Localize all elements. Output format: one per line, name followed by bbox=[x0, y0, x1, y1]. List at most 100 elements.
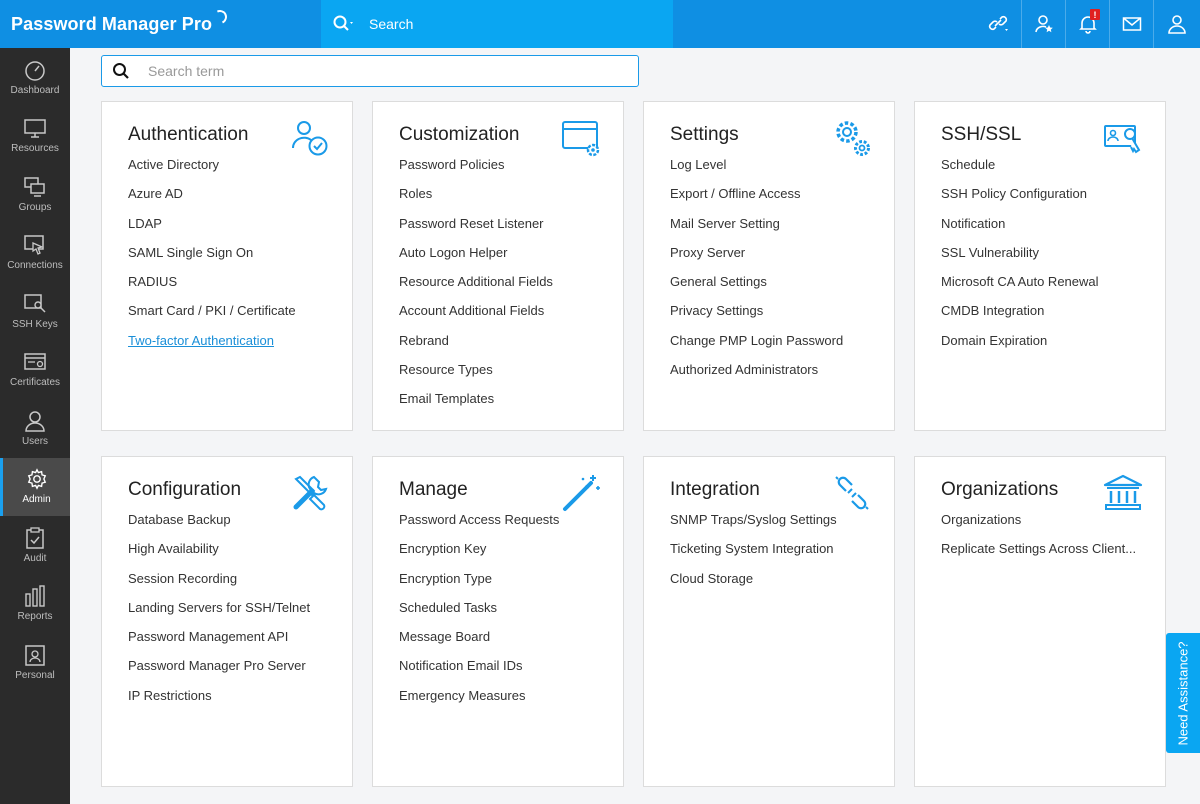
gear-icon bbox=[27, 468, 46, 490]
sidebar-item-connections[interactable]: Connections bbox=[0, 224, 70, 283]
list-item[interactable]: Password Reset Listener bbox=[399, 215, 623, 244]
list-item[interactable]: Microsoft CA Auto Renewal bbox=[941, 273, 1165, 302]
brand-logo[interactable]: Password Manager Pro bbox=[0, 0, 321, 48]
sidebar-item-label: Admin bbox=[22, 494, 51, 506]
list-item[interactable]: Rebrand bbox=[399, 332, 623, 361]
list-item[interactable]: Domain Expiration bbox=[941, 332, 1165, 361]
list-item[interactable]: Landing Servers for SSH/Telnet bbox=[128, 599, 352, 628]
sidebar-item-ssh-keys[interactable]: SSH Keys bbox=[0, 282, 70, 341]
list-item[interactable]: Ticketing System Integration bbox=[670, 540, 894, 569]
sidebar-item-label: Audit bbox=[23, 552, 47, 564]
admin-search-box[interactable] bbox=[101, 55, 639, 87]
sidebar-item-label: Resources bbox=[11, 143, 59, 155]
list-item[interactable]: Notification Email IDs bbox=[399, 657, 623, 686]
tools-icon bbox=[293, 475, 328, 511]
list-item[interactable]: Active Directory bbox=[128, 156, 352, 185]
card-item-list: Password Policies Roles Password Reset L… bbox=[399, 156, 623, 419]
user-star-icon[interactable] bbox=[1021, 0, 1065, 48]
list-item[interactable]: Email Templates bbox=[399, 390, 623, 419]
mail-icon[interactable] bbox=[1109, 0, 1153, 48]
sidebar-nav: Dashboard Resources Groups Connections S… bbox=[0, 48, 70, 804]
list-item[interactable]: Resource Additional Fields bbox=[399, 273, 623, 302]
notification-bell-icon[interactable]: ! bbox=[1065, 0, 1109, 48]
sidebar-item-label: Groups bbox=[18, 201, 52, 213]
search-input[interactable] bbox=[148, 63, 598, 79]
sidebar-item-dashboard[interactable]: Dashboard bbox=[0, 48, 70, 107]
top-bar: Password Manager Pro Search ! bbox=[0, 0, 1200, 48]
list-item[interactable]: Authorized Administrators bbox=[670, 361, 894, 390]
list-item[interactable]: Log Level bbox=[670, 156, 894, 185]
bar-chart-icon bbox=[25, 585, 45, 607]
list-item[interactable]: Password Manager Pro Server bbox=[128, 657, 352, 686]
sidebar-item-personal[interactable]: Personal bbox=[0, 633, 70, 692]
list-item[interactable]: Mail Server Setting bbox=[670, 215, 894, 244]
list-item[interactable]: Replicate Settings Across Client... bbox=[941, 540, 1165, 569]
list-item[interactable]: Privacy Settings bbox=[670, 302, 894, 331]
sidebar-item-audit[interactable]: Audit bbox=[0, 516, 70, 575]
list-item[interactable]: Cloud Storage bbox=[670, 570, 894, 599]
chain-link-icon bbox=[835, 476, 869, 510]
list-item[interactable]: Database Backup bbox=[128, 511, 352, 540]
list-item[interactable]: Emergency Measures bbox=[399, 687, 623, 716]
list-item[interactable]: Message Board bbox=[399, 628, 623, 657]
list-item[interactable]: Change PMP Login Password bbox=[670, 332, 894, 361]
card-ssh-ssl: SSH/SSL Schedule SSH Policy Configuratio… bbox=[914, 101, 1166, 431]
sidebar-item-users[interactable]: Users bbox=[0, 399, 70, 458]
list-item[interactable]: CMDB Integration bbox=[941, 302, 1165, 331]
sidebar-item-admin[interactable]: Admin bbox=[0, 457, 70, 516]
profile-icon[interactable] bbox=[1153, 0, 1200, 48]
list-item[interactable]: RADIUS bbox=[128, 273, 352, 302]
sidebar-item-reports[interactable]: Reports bbox=[0, 575, 70, 634]
window-gear-icon bbox=[562, 121, 600, 157]
list-item[interactable]: SNMP Traps/Syslog Settings bbox=[670, 511, 894, 540]
list-item[interactable]: Roles bbox=[399, 185, 623, 214]
list-item[interactable]: Scheduled Tasks bbox=[399, 599, 623, 628]
global-search[interactable]: Search bbox=[321, 0, 673, 48]
list-item[interactable]: Organizations bbox=[941, 511, 1165, 540]
need-assistance-tab[interactable]: Need Assistance? bbox=[1166, 633, 1200, 753]
list-item[interactable]: Schedule bbox=[941, 156, 1165, 185]
list-item[interactable]: Azure AD bbox=[128, 185, 352, 214]
list-item[interactable]: Notification bbox=[941, 215, 1165, 244]
need-assistance-label: Need Assistance? bbox=[1175, 640, 1191, 746]
sidebar-item-label: Certificates bbox=[9, 377, 60, 389]
notification-badge: ! bbox=[1090, 9, 1100, 20]
card-authentication: Authentication Active Directory Azure AD… bbox=[101, 101, 353, 431]
card-item-list: Password Access Requests Encryption Key … bbox=[399, 511, 623, 716]
list-item[interactable]: Password Management API bbox=[128, 628, 352, 657]
user-icon bbox=[25, 411, 45, 432]
list-item[interactable]: General Settings bbox=[670, 273, 894, 302]
card-item-list: Organizations Replicate Settings Across … bbox=[941, 511, 1165, 570]
list-item[interactable]: Export / Offline Access bbox=[670, 185, 894, 214]
monitor-icon bbox=[24, 119, 46, 138]
list-item[interactable]: IP Restrictions bbox=[128, 687, 352, 716]
list-item[interactable]: Smart Card / PKI / Certificate bbox=[128, 302, 352, 331]
id-key-icon bbox=[1104, 125, 1141, 154]
list-item[interactable]: Password Policies bbox=[399, 156, 623, 185]
list-item[interactable]: SSH Policy Configuration bbox=[941, 185, 1165, 214]
sidebar-item-groups[interactable]: Groups bbox=[0, 165, 70, 224]
global-search-label: Search bbox=[369, 16, 414, 32]
list-item[interactable]: Proxy Server bbox=[670, 244, 894, 273]
link-menu-icon[interactable] bbox=[977, 0, 1021, 48]
list-item[interactable]: Encryption Type bbox=[399, 570, 623, 599]
list-item[interactable]: SSL Vulnerability bbox=[941, 244, 1165, 273]
search-dropdown-icon[interactable] bbox=[331, 11, 357, 37]
list-item[interactable]: Encryption Key bbox=[399, 540, 623, 569]
sidebar-item-label: SSH Keys bbox=[12, 318, 58, 330]
list-item[interactable]: Password Access Requests bbox=[399, 511, 623, 540]
list-item[interactable]: Resource Types bbox=[399, 361, 623, 390]
groups-icon bbox=[24, 177, 45, 197]
list-item[interactable]: Account Additional Fields bbox=[399, 302, 623, 331]
search-icon bbox=[113, 63, 129, 79]
list-item[interactable]: Session Recording bbox=[128, 570, 352, 599]
list-item[interactable]: Auto Logon Helper bbox=[399, 244, 623, 273]
sidebar-item-resources[interactable]: Resources bbox=[0, 107, 70, 166]
list-item[interactable]: High Availability bbox=[128, 540, 352, 569]
list-item[interactable]: SAML Single Sign On bbox=[128, 244, 352, 273]
card-organizations: Organizations Organizations Replicate Se… bbox=[914, 456, 1166, 787]
list-item-link[interactable]: Two-factor Authentication bbox=[128, 332, 352, 361]
card-item-list: Log Level Export / Offline Access Mail S… bbox=[670, 156, 894, 390]
list-item[interactable]: LDAP bbox=[128, 215, 352, 244]
sidebar-item-certificates[interactable]: Certificates bbox=[0, 341, 70, 400]
